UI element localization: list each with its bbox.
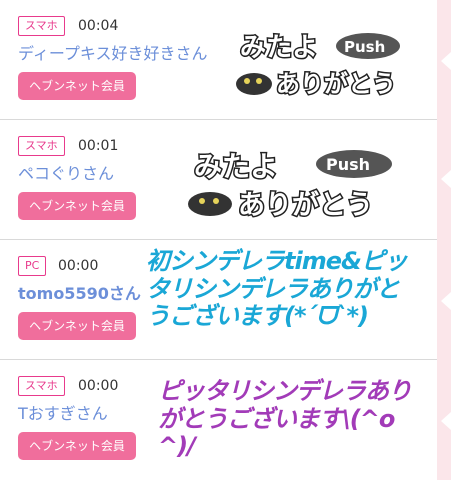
visit-time: 00:00	[78, 378, 119, 394]
scroll-rail	[437, 0, 451, 480]
device-badge: スマホ	[18, 376, 65, 396]
cat-icon	[236, 73, 272, 95]
rail-notch	[441, 52, 451, 70]
stamp-text-line1: みたよ	[194, 150, 278, 183]
push-label: Push	[326, 155, 370, 174]
member-badge-button[interactable]: ヘブンネット会員	[18, 72, 136, 100]
member-badge-button[interactable]: ヘブンネット会員	[18, 312, 136, 340]
stamp-text-line2: ありがとう	[276, 70, 396, 98]
visit-time: 00:04	[78, 18, 119, 34]
stamp-text-line1: みたよ	[240, 33, 318, 63]
rail-notch	[441, 170, 451, 188]
mitayo-stamp-image: みたよ Push ありがとう	[188, 149, 392, 220]
visitor-name[interactable]: ディープキス好き好きさん	[18, 43, 207, 65]
visitor-name[interactable]: tomo5590さん	[18, 283, 141, 305]
list-item: スマホ 00:00 Tおすぎさん ヘブンネット会員 ピッタリシンデレラありがとう…	[0, 360, 437, 480]
rail-notch	[441, 292, 451, 310]
list-item: スマホ 00:01 ペコぐりさん ヘブンネット会員 みたよ Push ありがとう	[0, 120, 437, 240]
visit-time: 00:01	[78, 138, 119, 154]
rail-notch	[441, 412, 451, 430]
handwritten-message: 初シンデレラtime&ピッタリシンデレラありがとうございます(*ˊᗜˋ*)	[146, 247, 408, 331]
device-badge: スマホ	[18, 16, 65, 36]
member-badge-button[interactable]: ヘブンネット会員	[18, 192, 136, 220]
stamp-text-line2: ありがとう	[238, 189, 373, 220]
cat-icon	[188, 192, 232, 216]
device-badge: スマホ	[18, 136, 65, 156]
visitor-name[interactable]: Tおすぎさん	[18, 403, 108, 425]
member-badge-button[interactable]: ヘブンネット会員	[18, 432, 136, 460]
mitayo-stamp-image: みたよ Push ありがとう	[236, 32, 400, 100]
push-label: Push	[344, 38, 385, 56]
visitor-name[interactable]: ペコぐりさん	[18, 163, 114, 185]
device-badge: PC	[18, 256, 47, 276]
list-item: スマホ 00:04 ディープキス好き好きさん ヘブンネット会員 みたよ Push…	[0, 0, 437, 120]
handwritten-message: ピッタリシンデレラありがとうございます\(^o^)/	[158, 377, 412, 461]
visit-time: 00:00	[58, 258, 99, 274]
list-item: PC 00:00 tomo5590さん ヘブンネット会員 初シンデレラtime&…	[0, 240, 437, 360]
visitor-list: スマホ 00:04 ディープキス好き好きさん ヘブンネット会員 みたよ Push…	[0, 0, 437, 480]
